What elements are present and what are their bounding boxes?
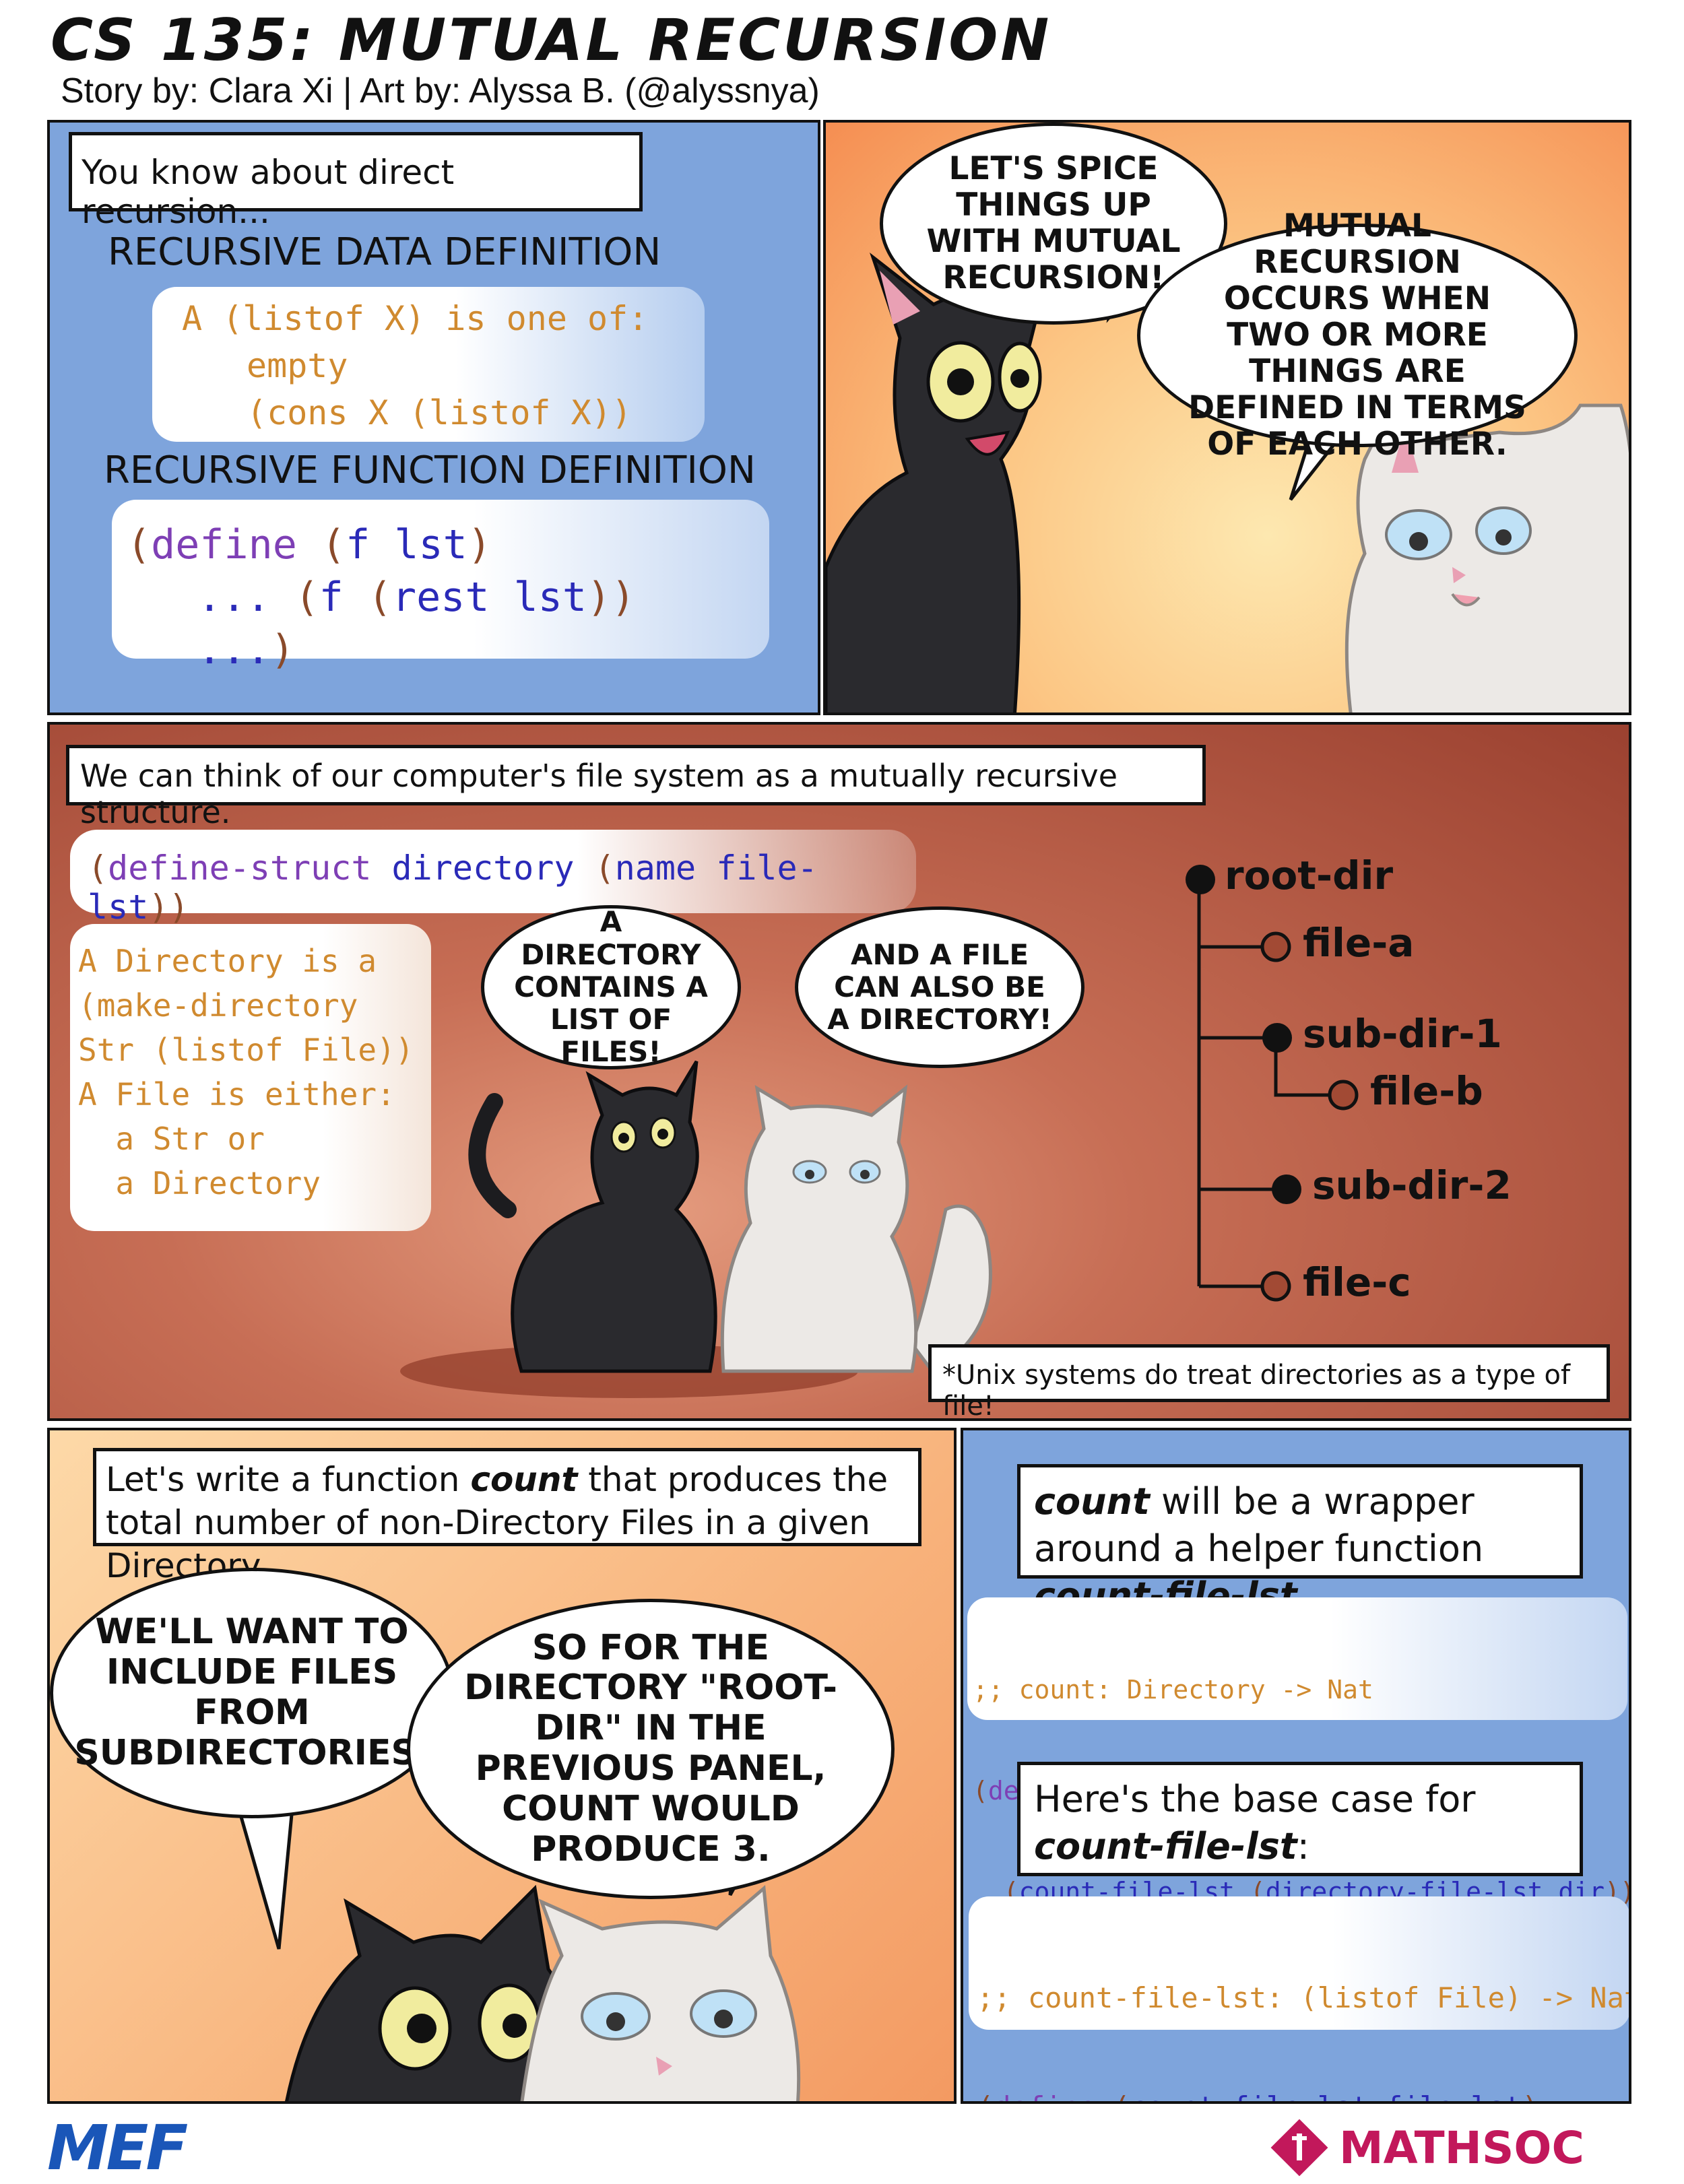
count-em: count [1034,1480,1150,1523]
data-def-line-2: empty [247,346,348,385]
tree-node-sub-dir-2 [1272,1174,1301,1204]
tree-label-root-dir: root-dir [1225,853,1394,898]
bubble-tail-subdirectories [236,1806,294,1950]
mathsoc-wordmark: MATHSOC [1339,2121,1584,2174]
func-def-line-1: (define (f lst) [127,521,492,568]
tree-label-file-c: file-c [1303,1259,1411,1305]
data-definition-code: A (listof X) is one of: empty (cons X (l… [152,287,705,442]
panel-file-system: We can think of our computer's file syst… [47,722,1631,1421]
tree-label-file-a: file-a [1303,920,1415,966]
mathsoc-logo: MATHSOC [1270,2119,1584,2177]
mathsoc-diamond-icon [1270,2119,1328,2177]
tree-label-sub-dir-2: sub-dir-2 [1312,1162,1512,1208]
data-def-line-1: A (listof X) is one of: [182,299,649,338]
panel1-caption: You know about direct recursion... [69,132,643,231]
mef-logo: MEF [47,2112,188,2184]
tree-node-file-c [1260,1271,1291,1302]
base-code-line-2: (define (count-file-lst file-lst) [977,2089,1622,2101]
tree-node-file-a [1260,931,1291,962]
func-def-line-2: ... (f (rest lst)) ...) [197,574,636,673]
panel5-caption-wrapper: count will be a wrapper around a helper … [1017,1464,1583,1617]
tree-node-file-b [1328,1080,1359,1111]
base-code-line-1: ;; count-file-lst: (listof File) -> Nat [977,1981,1631,2014]
page-title: CS 135: MUTUAL RECURSION [51,7,1052,74]
white-cat-closeup [520,1884,801,2101]
unix-footnote: *Unix systems do treat directories as a … [928,1344,1610,1418]
panel-direct-recursion: You know about direct recursion... RECUR… [47,120,820,715]
data-def-line-3: (cons X (listof X)) [247,393,632,432]
count-function-code: ;; count: Directory -> Nat (define (coun… [967,1597,1629,1907]
tree-node-root-dir [1186,865,1215,894]
panel-count-code: count will be a wrapper around a helper … [961,1428,1631,2104]
tree-label-file-b: file-b [1370,1068,1483,1114]
speech-bubble-white-cat-definition: MUTUAL RECURSION OCCURS WHEN TWO OR MORE… [1137,207,1578,463]
black-cat [826,252,1051,713]
speech-bubble-count-produces-3: SO FOR THE DIRECTORY "ROOT-DIR" IN THE P… [407,1599,895,1899]
function-definition-heading: RECURSIVE FUNCTION DEFINITION [104,449,756,492]
base-case-colon: : [1297,1825,1309,1867]
count-code-line-1: ;; count: Directory -> Nat [973,1675,1373,1705]
base-case-em: count-file-lst [1034,1825,1297,1867]
panel-mutual-recursion-intro: LET'S SPICE THINGS UP WITH MUTUAL RECURS… [823,120,1631,715]
tree-node-sub-dir-1 [1262,1023,1292,1053]
panel-count-intro: Let's write a function count that produc… [47,1428,957,2104]
tree-label-sub-dir-1: sub-dir-1 [1303,1011,1502,1057]
count-file-lst-code: ;; count-file-lst: (listof File) -> Nat … [969,1896,1631,2101]
panel5-caption-base-case: Here's the base case for count-file-lst: [1017,1762,1583,1876]
function-definition-code: (define (f lst) ... (f (rest lst)) ...) [112,500,769,673]
data-definition-heading: RECURSIVE DATA DEFINITION [108,230,661,274]
speech-bubble-include-subdirectories: WE'LL WANT TO INCLUDE FILES FROM SUBDIRE… [50,1568,454,1818]
credits: Story by: Clara Xi | Art by: Alyssa B. (… [61,71,820,110]
base-case-text: Here's the base case for [1034,1778,1476,1820]
